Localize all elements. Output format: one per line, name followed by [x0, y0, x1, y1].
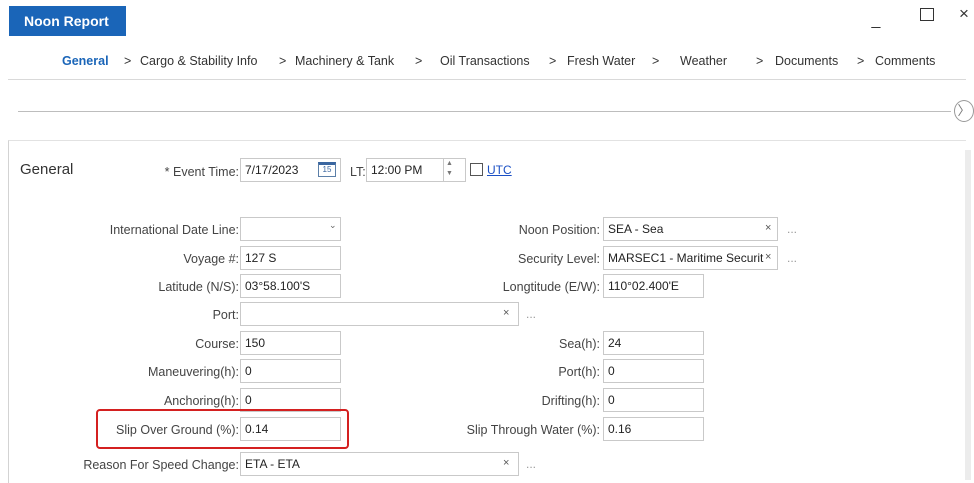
- breadcrumb-separator: >: [652, 54, 660, 68]
- port-input[interactable]: [240, 302, 519, 326]
- longitude-input[interactable]: 110°02.400'E: [603, 274, 704, 298]
- utc-checkbox[interactable]: [470, 163, 483, 176]
- tab-fresh-water[interactable]: Fresh Water: [567, 54, 635, 68]
- maneuvering-hours-label: Maneuvering(h):: [147, 365, 239, 379]
- sea-hours-input[interactable]: 24: [603, 331, 704, 355]
- course-label: Course:: [195, 337, 239, 351]
- breadcrumb-separator: >: [549, 54, 557, 68]
- drifting-hours-input[interactable]: 0: [603, 388, 704, 412]
- sea-hours-label: Sea(h):: [559, 337, 600, 351]
- tab-general[interactable]: General: [62, 54, 109, 68]
- course-input[interactable]: 150: [240, 331, 341, 355]
- breadcrumb-separator: >: [279, 54, 287, 68]
- slip-through-water-label: Slip Through Water (%):: [466, 423, 600, 437]
- calendar-icon[interactable]: 15: [318, 162, 336, 177]
- more-options-button[interactable]: ...: [787, 222, 797, 236]
- security-level-input[interactable]: MARSEC1 - Maritime Securit: [603, 246, 778, 270]
- tab-comments[interactable]: Comments: [875, 54, 935, 68]
- more-options-button[interactable]: ...: [526, 457, 536, 471]
- breadcrumb-separator: >: [857, 54, 865, 68]
- utc-label[interactable]: UTC: [487, 163, 512, 177]
- header-divider: [8, 79, 966, 80]
- lt-label: LT:: [350, 165, 366, 179]
- chevron-down-icon[interactable]: ⌄: [329, 220, 337, 231]
- international-date-line-select[interactable]: [240, 217, 341, 241]
- breadcrumb-separator: >: [756, 54, 764, 68]
- breadcrumb-separator: >: [124, 54, 132, 68]
- next-step-button[interactable]: 〉: [954, 100, 974, 122]
- tab-documents[interactable]: Documents: [775, 54, 838, 68]
- vertical-scrollbar[interactable]: [965, 150, 971, 480]
- clear-icon[interactable]: ×: [765, 222, 771, 234]
- section-title: General: [20, 161, 74, 178]
- slip-over-ground-label: Slip Over Ground (%):: [116, 423, 239, 437]
- clear-icon[interactable]: ×: [503, 307, 509, 319]
- close-icon[interactable]: ×: [952, 4, 974, 24]
- noon-position-label: Noon Position:: [518, 223, 600, 237]
- drifting-hours-label: Drifting(h):: [541, 394, 600, 408]
- more-options-button[interactable]: ...: [787, 251, 797, 265]
- tab-cargo-stability[interactable]: Cargo & Stability Info: [140, 54, 257, 68]
- clear-icon[interactable]: ×: [503, 457, 509, 469]
- tab-machinery-tank[interactable]: Machinery & Tank: [295, 54, 394, 68]
- anchoring-hours-label: Anchoring(h):: [163, 394, 239, 408]
- clear-icon[interactable]: ×: [765, 251, 771, 263]
- minimize-icon[interactable]: _: [864, 12, 888, 30]
- voyage-label: Voyage #:: [183, 252, 239, 266]
- tab-oil-transactions[interactable]: Oil Transactions: [440, 54, 530, 68]
- event-time-label: * Event Time:: [164, 165, 239, 179]
- port-hours-label: Port(h):: [558, 365, 600, 379]
- time-spinner[interactable]: ▲ ▼: [443, 159, 455, 181]
- reason-speed-change-input[interactable]: ETA - ETA: [240, 452, 519, 476]
- voyage-input[interactable]: 127 S: [240, 246, 341, 270]
- slip-through-water-input[interactable]: 0.16: [603, 417, 704, 441]
- security-level-label: Security Level:: [518, 252, 600, 266]
- longitude-label: Longtitude (E/W):: [502, 280, 600, 294]
- reason-speed-change-label: Reason For Speed Change:: [83, 458, 239, 472]
- maximize-icon[interactable]: [920, 8, 934, 21]
- tab-weather[interactable]: Weather: [680, 54, 727, 68]
- more-options-button[interactable]: ...: [526, 307, 536, 321]
- slip-over-ground-input[interactable]: 0.14: [240, 417, 341, 441]
- window-title: Noon Report: [9, 6, 126, 36]
- port-hours-input[interactable]: 0: [603, 359, 704, 383]
- latitude-label: Latitude (N/S):: [158, 280, 239, 294]
- international-date-line-label: International Date Line:: [109, 223, 239, 237]
- port-label: Port:: [212, 308, 239, 322]
- breadcrumb-separator: >: [415, 54, 423, 68]
- noon-position-input[interactable]: SEA - Sea: [603, 217, 778, 241]
- maneuvering-hours-input[interactable]: 0: [240, 359, 341, 383]
- latitude-input[interactable]: 03°58.100'S: [240, 274, 341, 298]
- time-dropdown[interactable]: [455, 158, 466, 182]
- progress-line: [18, 111, 951, 112]
